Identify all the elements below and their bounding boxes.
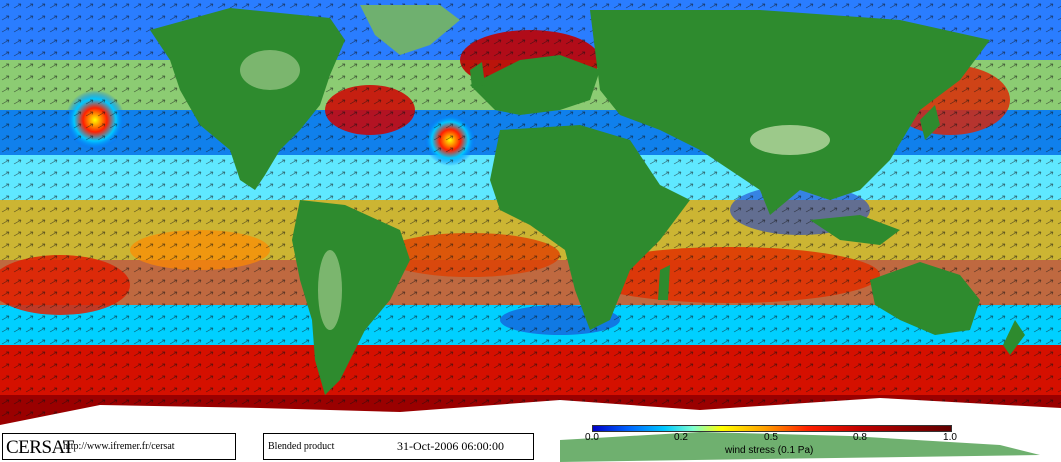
colorbar-gradient: [592, 425, 952, 432]
colorbar-tick-0: 0.0: [585, 432, 599, 443]
colorbar-title: wind stress (0.1 Pa): [725, 445, 814, 456]
product-name: Blended product: [268, 441, 335, 452]
wind-stress-map: [0, 0, 1061, 462]
colorbar-legend: 0.0 0.2 0.5 0.8 1.0 wind stress (0.1 Pa): [585, 425, 957, 461]
product-info-box: Blended product 31-Oct-2006 06:00:00: [263, 433, 534, 460]
colorbar-tick-4: 1.0: [943, 432, 957, 443]
colorbar-tick-2: 0.5: [764, 432, 778, 443]
colorbar-tick-3: 0.8: [853, 432, 867, 443]
cersat-label-box: CERSAT http://www.ifremer.fr/cersat: [2, 433, 236, 460]
product-datetime: 31-Oct-2006 06:00:00: [397, 439, 504, 453]
colorbar-tick-1: 0.2: [674, 432, 688, 443]
cersat-url-link[interactable]: http://www.ifremer.fr/cersat: [63, 441, 175, 452]
